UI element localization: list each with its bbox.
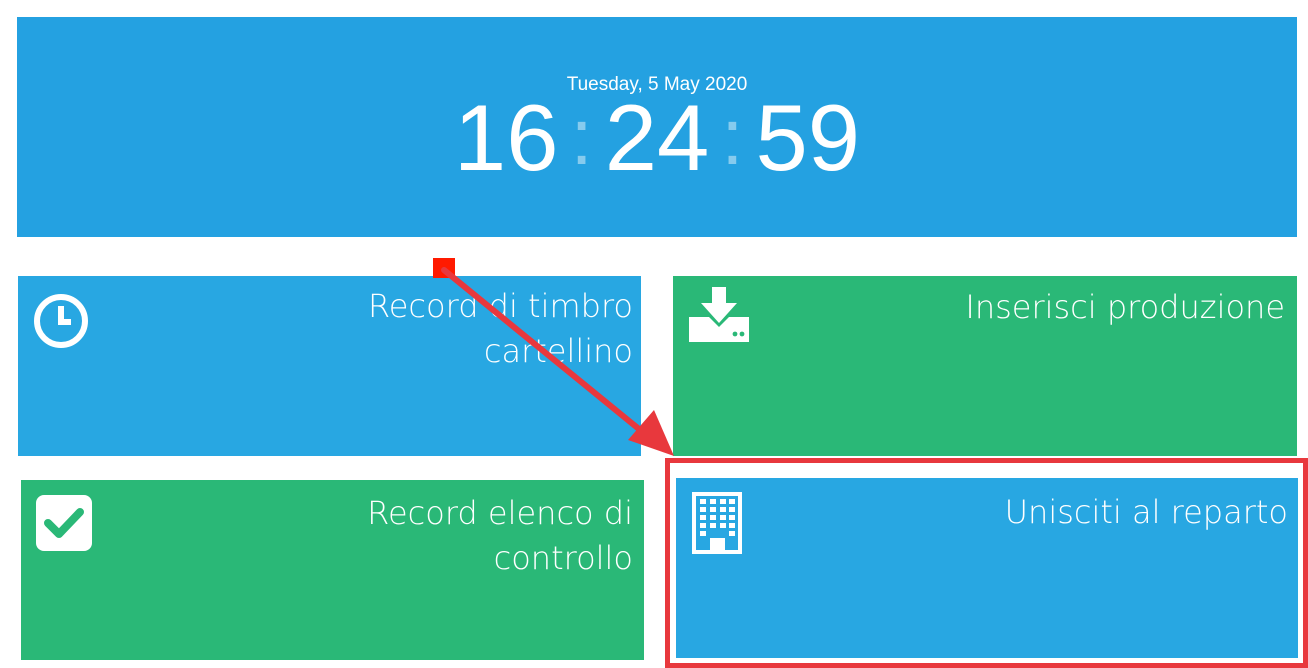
clock-hours: 16	[453, 85, 559, 190]
clock-panel: Tuesday, 5 May 2020 16:24:59	[17, 17, 1297, 237]
tile-join-department[interactable]: Unisciti al reparto	[676, 478, 1298, 658]
clock-minutes: 24	[604, 85, 710, 190]
building-icon	[692, 492, 742, 554]
clock-separator: :	[721, 92, 744, 181]
tile-label: Record elenco di controllo	[367, 494, 633, 577]
tile-label: Record di timbro cartellino	[367, 287, 633, 370]
checkbox-icon	[36, 495, 92, 551]
clock-separator: :	[570, 92, 593, 181]
clock-time: 16:24:59	[17, 85, 1297, 190]
highlight-gap	[670, 463, 1303, 478]
clock-icon	[34, 294, 88, 348]
tile-insert-production[interactable]: Inserisci produzione	[673, 276, 1297, 456]
download-tray-icon	[689, 287, 749, 342]
tile-checklist-record[interactable]: Record elenco di controllo	[21, 480, 644, 660]
tile-time-clock-record[interactable]: Record di timbro cartellino	[18, 276, 641, 456]
tile-label: Inserisci produzione	[965, 288, 1285, 326]
tile-label: Unisciti al reparto	[1004, 493, 1288, 531]
clock-seconds: 59	[755, 85, 861, 190]
dashboard-page: Tuesday, 5 May 2020 16:24:59 Record di t…	[0, 0, 1308, 668]
annotation-marker	[433, 258, 455, 278]
